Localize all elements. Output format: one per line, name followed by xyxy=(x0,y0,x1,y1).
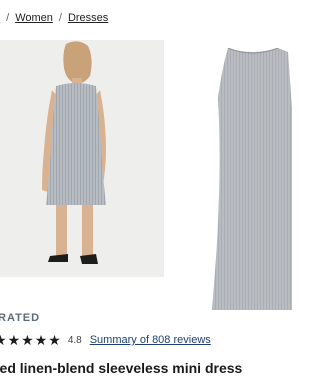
star-icon: ★ xyxy=(34,332,48,348)
rating-badge: RATED xyxy=(0,312,41,324)
breadcrumb-women-link[interactable]: Women xyxy=(15,12,53,24)
rating-value: 4.8 xyxy=(67,334,82,346)
product-title: ped linen-blend sleeveless mini dress xyxy=(0,360,243,376)
breadcrumb-dresses-link[interactable]: Dresses xyxy=(68,12,108,24)
reviews-summary-link[interactable]: Summary of 808 reviews xyxy=(90,334,211,346)
star-icon: ★ xyxy=(0,332,7,348)
breadcrumb-separator: / xyxy=(58,12,62,24)
breadcrumb-separator: / xyxy=(6,12,10,24)
model-photo[interactable] xyxy=(0,40,164,277)
breadcrumb: e / Women / Dresses xyxy=(0,12,108,24)
product-gallery xyxy=(0,40,292,310)
dress-flat-photo[interactable] xyxy=(212,48,292,310)
star-rating: ★ ★ ★ ★ ★ xyxy=(0,333,62,347)
star-icon: ★ xyxy=(7,332,21,348)
star-icon: ★ xyxy=(21,332,34,348)
star-icon: ★ xyxy=(48,332,61,348)
rating-row: ★ ★ ★ ★ ★ 4.8 Summary of 808 reviews xyxy=(0,333,211,347)
